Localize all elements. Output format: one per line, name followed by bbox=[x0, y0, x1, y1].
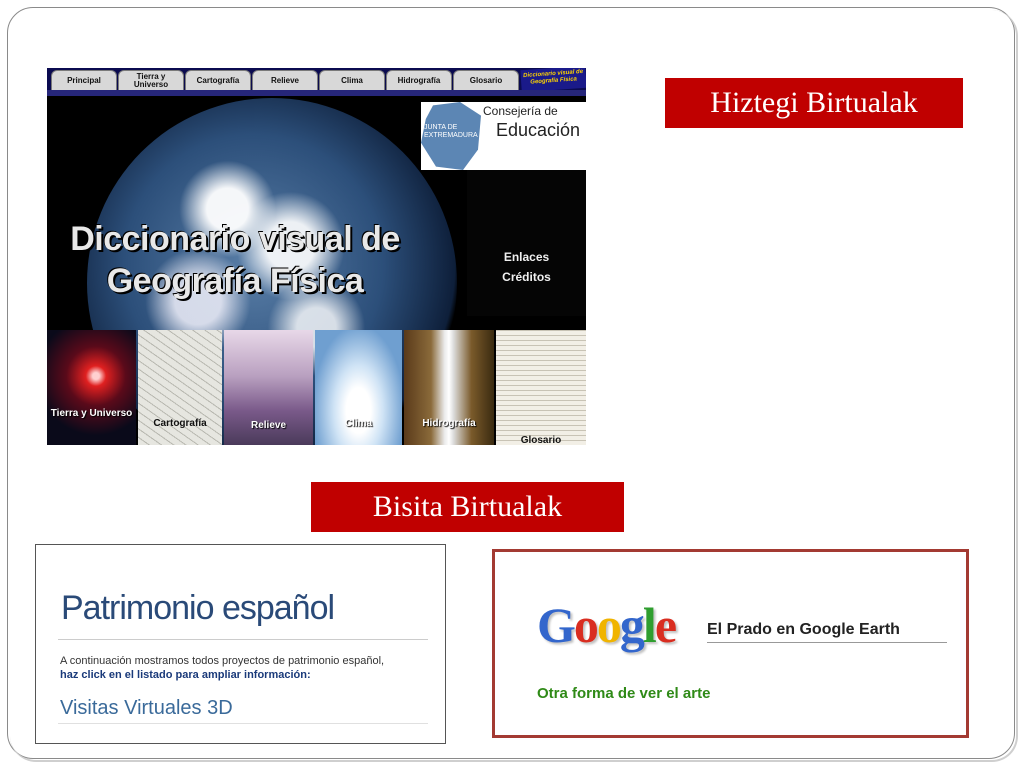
consejeria-line1: Consejería de bbox=[483, 104, 558, 118]
consejeria-logo: JUNTA DE EXTREMADURA Consejería de Educa… bbox=[421, 102, 586, 170]
thumb-label-hidrografia: Hidrografía bbox=[422, 418, 476, 429]
prado-divider bbox=[707, 642, 947, 643]
category-thumbnails: Tierra y Universo Cartografía Relieve Cl… bbox=[47, 330, 586, 445]
google-logo-letter: o bbox=[573, 597, 599, 653]
nav-tab-cartografia[interactable]: Cartografía bbox=[185, 70, 251, 90]
patrimonio-divider bbox=[58, 639, 428, 640]
hiztegi-birtualak-label: Hiztegi Birtualak bbox=[665, 78, 963, 128]
thumb-label-tierra: Tierra y Universo bbox=[50, 408, 133, 419]
dictionary-title-line1: Diccionario visual de bbox=[70, 220, 400, 258]
thumb-tierra-y-universo[interactable]: Tierra y Universo bbox=[47, 330, 136, 445]
dictionary-title: Diccionario visual de Geografía Física bbox=[55, 218, 415, 302]
patrimonio-click-text: haz click en el listado para ampliar inf… bbox=[60, 669, 311, 681]
nav-tab-clima[interactable]: Clima bbox=[319, 70, 385, 90]
otra-forma-text: Otra forma de ver el arte bbox=[537, 685, 711, 702]
nav-tab-glosario[interactable]: Glosario bbox=[453, 70, 519, 90]
thumb-label-relieve: Relieve bbox=[250, 420, 287, 431]
google-logo-letter: l bbox=[642, 597, 657, 653]
side-links: Enlaces Créditos bbox=[467, 170, 586, 316]
google-logo-letter: o bbox=[596, 597, 622, 653]
dictionary-title-line2: Geografía Física bbox=[106, 262, 364, 300]
google-logo: Google bbox=[537, 596, 677, 654]
patrimonio-title: Patrimonio español bbox=[61, 589, 335, 627]
bisita-birtualak-label: Bisita Birtualak bbox=[311, 482, 624, 532]
patrimonio-divider-bottom bbox=[58, 723, 428, 724]
link-enlaces[interactable]: Enlaces bbox=[467, 250, 586, 264]
thumb-label-cartografia: Cartografía bbox=[153, 418, 207, 429]
google-logo-letter: e bbox=[654, 597, 677, 653]
visitas-virtuales-link[interactable]: Visitas Virtuales 3D bbox=[60, 697, 233, 720]
nav-tab-relieve[interactable]: Relieve bbox=[252, 70, 318, 90]
google-logo-letter: g bbox=[619, 597, 645, 653]
google-logo-letter: G bbox=[537, 597, 576, 653]
prado-title: El Prado en Google Earth bbox=[707, 621, 900, 638]
dictionary-nav-logo: Diccionario visual de Geografía Física bbox=[520, 68, 586, 93]
thumb-label-clima: Clima bbox=[344, 418, 373, 429]
google-earth-prado-panel[interactable]: Google El Prado en Google Earth Otra for… bbox=[492, 549, 969, 738]
thumb-cartografia[interactable]: Cartografía bbox=[138, 330, 222, 445]
thumb-clima[interactable]: Clima bbox=[315, 330, 402, 445]
thumb-hidrografia[interactable]: Hidrografía bbox=[404, 330, 494, 445]
nav-tab-tierra-y-universo[interactable]: Tierra y Universo bbox=[118, 70, 184, 90]
nav-stripe bbox=[47, 90, 586, 96]
dictionary-screenshot[interactable]: Principal Tierra y Universo Cartografía … bbox=[47, 68, 586, 445]
dictionary-nav-bar: Principal Tierra y Universo Cartografía … bbox=[47, 68, 586, 93]
link-creditos[interactable]: Créditos bbox=[467, 270, 586, 284]
thumb-glosario[interactable]: Glosario bbox=[496, 330, 586, 445]
thumb-label-glosario: Glosario bbox=[520, 435, 562, 445]
patrimonio-espanol-panel[interactable]: Patrimonio español A continuación mostra… bbox=[35, 544, 446, 744]
patrimonio-intro-text: A continuación mostramos todos proyectos… bbox=[60, 655, 385, 667]
consejeria-line2: Educación bbox=[496, 120, 581, 140]
nav-tab-principal[interactable]: Principal bbox=[51, 70, 117, 90]
junta-label: JUNTA DE EXTREMADURA bbox=[424, 124, 478, 139]
nav-tab-hidrografia[interactable]: Hidrografía bbox=[386, 70, 452, 90]
thumb-relieve[interactable]: Relieve bbox=[224, 330, 313, 445]
